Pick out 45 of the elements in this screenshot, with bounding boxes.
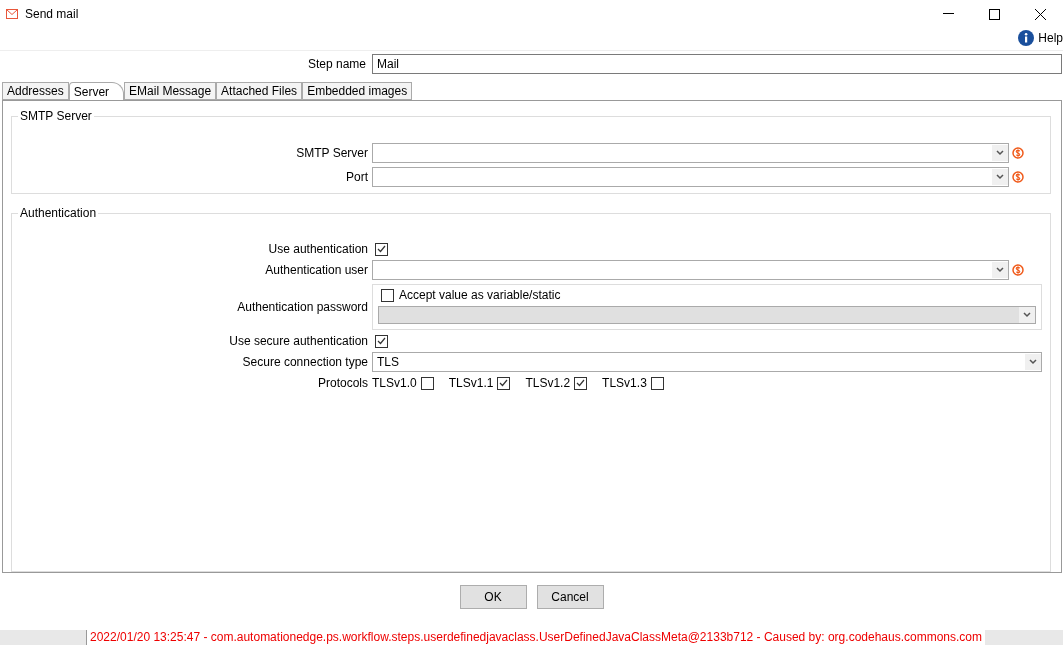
field-label: Port [345, 170, 369, 184]
variable-icon[interactable] [1012, 264, 1024, 276]
checkbox-label: TLSv1.0 [372, 376, 417, 390]
field-label: Authentication password [236, 300, 369, 314]
tab[interactable]: Attached Files [216, 82, 303, 100]
step-name-field[interactable]: Mail [372, 54, 1062, 74]
variable-icon[interactable] [1012, 171, 1024, 183]
checkbox-label: TLSv1.2 [525, 376, 571, 390]
checkbox[interactable] [375, 334, 388, 348]
maximize-icon[interactable] [988, 8, 1000, 20]
field-label: SMTP Server [295, 146, 369, 160]
combo-field[interactable] [372, 167, 1009, 187]
window-title: Send mail [25, 7, 80, 21]
info-icon[interactable] [1018, 30, 1035, 46]
field-label: Use authentication [267, 242, 369, 256]
combo-field[interactable] [372, 143, 1009, 163]
tab[interactable]: EMail Message [124, 82, 217, 100]
group-title: SMTP Server [19, 109, 93, 123]
checkbox-label: TLSv1.1 [448, 376, 494, 390]
field-label: Authentication user [264, 263, 369, 277]
minimize-icon[interactable] [942, 13, 954, 15]
group-title: Authentication [19, 206, 98, 220]
field-label: Use secure authentication [228, 334, 369, 348]
tab[interactable]: Addresses [2, 82, 69, 100]
envelope-icon [6, 9, 18, 19]
tab[interactable]: Server [68, 82, 125, 100]
close-icon[interactable] [1034, 8, 1046, 20]
checkbox[interactable] [650, 376, 664, 390]
checkbox[interactable] [497, 376, 511, 390]
help-link[interactable]: Help [1038, 31, 1063, 45]
tab[interactable]: Embedded images [302, 82, 413, 100]
combo-field[interactable]: TLS [372, 352, 1042, 372]
checkbox[interactable] [420, 376, 434, 390]
checkbox[interactable] [574, 376, 588, 390]
dialog-button[interactable]: Cancel [536, 585, 604, 609]
field-label: Protocols [316, 376, 369, 390]
combo-field[interactable] [372, 260, 1009, 280]
checkbox[interactable] [375, 242, 388, 256]
checkbox-label: TLSv1.3 [602, 376, 647, 390]
field-label: Secure connection type [241, 355, 369, 369]
field-label: Step name [306, 57, 367, 71]
dialog-button[interactable]: OK [459, 585, 527, 609]
checkbox-label: Accept value as variable/static [399, 288, 561, 302]
variable-icon[interactable] [1012, 147, 1024, 159]
combo-value: TLS [377, 355, 400, 369]
